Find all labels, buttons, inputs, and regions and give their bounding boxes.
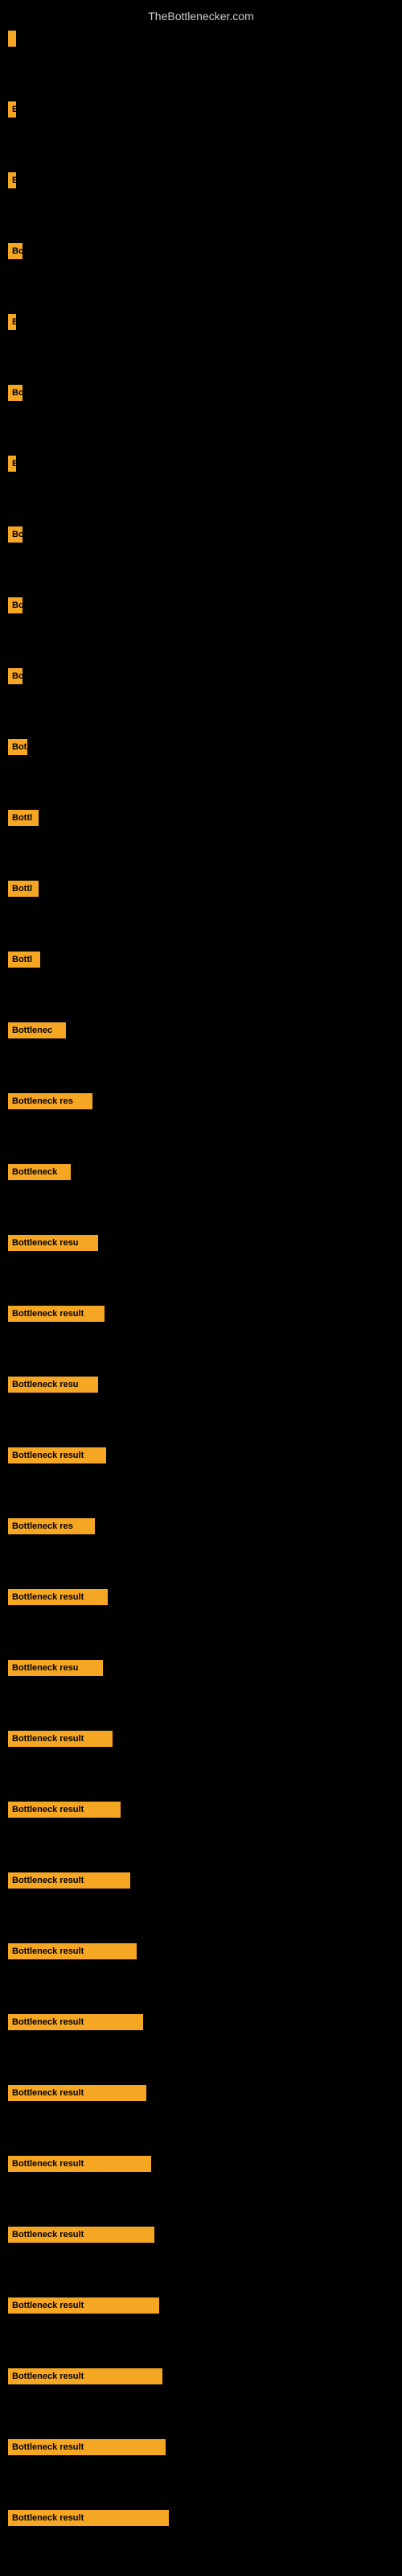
bar-item: Bottleneck result: [8, 2079, 394, 2149]
bar-item: Bot: [8, 733, 394, 803]
bar-label: Bottleneck result: [8, 2227, 154, 2243]
bar-label: Bottleneck result: [8, 2156, 151, 2172]
bar-item: B: [8, 449, 394, 520]
bars-container: B B Bo B Bo B Bo Bo Bo Bot Bottl Bottl Bottl Bottlene…: [0, 24, 402, 2574]
bar-item: B: [8, 166, 394, 237]
bar-label: Bottleneck result: [8, 1447, 106, 1463]
bar-label: Bottleneck result: [8, 2085, 146, 2101]
bar-label: Bot: [8, 739, 27, 755]
bar-item: Bottleneck result: [8, 2220, 394, 2291]
bar-item: Bottleneck res: [8, 1087, 394, 1158]
bar-item: Bottleneck result: [8, 1795, 394, 1866]
bar-item: Bottleneck result: [8, 1866, 394, 1937]
bar-label: Bottl: [8, 881, 39, 897]
bar-label: Bottleneck res: [8, 1093, 92, 1109]
bar-item: Bottleneck resu: [8, 1228, 394, 1299]
bar-label: B: [8, 456, 16, 472]
bar-item: Bottl: [8, 803, 394, 874]
bar-label: B: [8, 314, 16, 330]
bar-label: Bottleneck result: [8, 2368, 162, 2384]
bar-item: Bottleneck res: [8, 1512, 394, 1583]
bar-label: Bo: [8, 597, 23, 613]
bar-label: Bo: [8, 526, 23, 543]
bar-item: Bottleneck resu: [8, 1370, 394, 1441]
bar-label: Bottleneck result: [8, 1306, 105, 1322]
bar-item: Bo: [8, 662, 394, 733]
bar-label: Bottl: [8, 810, 39, 826]
bar-label: Bottleneck resu: [8, 1377, 98, 1393]
bar-item: Bo: [8, 378, 394, 449]
bar-item: Bo: [8, 591, 394, 662]
bar-label: Bottleneck result: [8, 2439, 166, 2455]
bar-label: Bottleneck result: [8, 2510, 169, 2526]
bar-item: Bottleneck: [8, 1158, 394, 1228]
bar-item: Bottleneck resu: [8, 1653, 394, 1724]
bar-label: B: [8, 172, 16, 188]
bar-item: Bottleneck result: [8, 2149, 394, 2220]
bar-label: Bottleneck result: [8, 2297, 159, 2314]
bar-item: Bottleneck result: [8, 1299, 394, 1370]
bar-label: Bottleneck result: [8, 2014, 143, 2030]
bar-label: Bottleneck result: [8, 1802, 121, 1818]
bar-label: [8, 31, 16, 47]
bar-item: B: [8, 308, 394, 378]
bar-label: B: [8, 101, 16, 118]
bar-label: Bottleneck result: [8, 1943, 137, 1959]
bar-item: Bottleneck result: [8, 1724, 394, 1795]
bar-item: B: [8, 95, 394, 166]
bar-item: Bottleneck result: [8, 2433, 394, 2504]
bar-item: Bottl: [8, 945, 394, 1016]
bar-item: Bo: [8, 520, 394, 591]
bar-item: Bottlenec: [8, 1016, 394, 1087]
bar-item: Bottleneck result: [8, 1583, 394, 1653]
bar-label: Bottleneck: [8, 1164, 71, 1180]
bar-label: Bottleneck result: [8, 1872, 130, 1889]
bar-item: Bottleneck result: [8, 1937, 394, 2008]
bar-label: Bottlenec: [8, 1022, 66, 1038]
bar-label: Bottleneck result: [8, 1589, 108, 1605]
bar-label: Bottleneck res: [8, 1518, 95, 1534]
bar-item: Bottleneck result: [8, 2291, 394, 2362]
bar-label: Bottl: [8, 952, 40, 968]
bar-item: Bottleneck result: [8, 2008, 394, 2079]
bar-label: Bo: [8, 668, 23, 684]
bar-item: Bottl: [8, 874, 394, 945]
bar-label: Bottleneck result: [8, 1731, 113, 1747]
bar-item: [8, 24, 394, 95]
bar-label: Bottleneck resu: [8, 1660, 103, 1676]
bar-item: Bottleneck result: [8, 2362, 394, 2433]
bar-label: Bottleneck resu: [8, 1235, 98, 1251]
bar-item: Bottleneck result: [8, 2504, 394, 2574]
bar-label: Bo: [8, 243, 23, 259]
bar-item: Bottleneck result: [8, 1441, 394, 1512]
bar-item: Bo: [8, 237, 394, 308]
bar-label: Bo: [8, 385, 23, 401]
